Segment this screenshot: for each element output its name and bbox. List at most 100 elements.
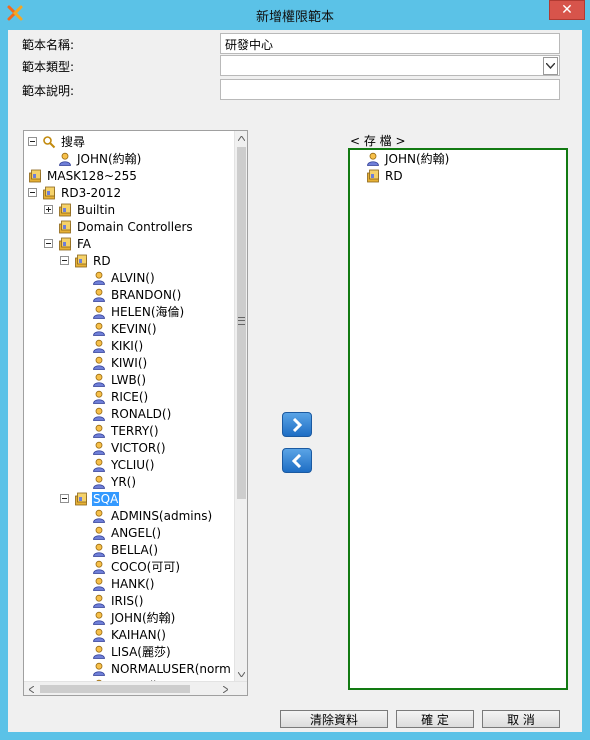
tree-node-label: LISA(麗莎) — [111, 645, 171, 659]
tree-node-label: Builtin — [77, 202, 116, 217]
tree-node[interactable]: JOHN(約翰) — [92, 609, 176, 626]
tree-node[interactable]: RONALD() — [92, 405, 172, 422]
tree-node[interactable]: KEVIN() — [92, 320, 158, 337]
scroll-up-icon[interactable] — [235, 131, 247, 145]
tree-node-label: JOHN(約翰) — [111, 611, 176, 625]
tree-node[interactable]: RICE() — [92, 388, 149, 405]
tree-node[interactable]: 搜尋 — [28, 133, 86, 150]
user-icon — [92, 339, 106, 353]
template-type-select[interactable] — [220, 55, 560, 76]
clear-button[interactable]: 清除資料 — [280, 710, 388, 728]
store-item[interactable]: JOHN(約翰) — [366, 150, 450, 167]
tree-horizontal-scrollbar[interactable] — [24, 681, 247, 695]
collapse-icon[interactable] — [44, 239, 53, 248]
expand-icon[interactable] — [44, 205, 53, 214]
user-icon — [92, 373, 106, 387]
tree-vertical-scrollbar[interactable] — [234, 131, 247, 681]
tree-node[interactable]: FA — [44, 235, 92, 252]
chevron-right-icon — [292, 417, 303, 432]
tree-node-label: RICE() — [111, 389, 149, 404]
user-icon — [92, 322, 106, 336]
user-icon — [366, 152, 380, 166]
tree-node-label: KAIHAN() — [111, 627, 166, 642]
user-icon — [92, 560, 106, 574]
tree-node[interactable]: Builtin — [44, 201, 116, 218]
tree-node[interactable]: ADMINS(admins) — [92, 507, 213, 524]
user-icon — [92, 577, 106, 591]
cancel-button[interactable]: 取 消 — [482, 710, 560, 728]
tree-node[interactable]: RD — [60, 252, 112, 269]
tree-node-label: KIWI() — [111, 355, 148, 370]
group-icon — [74, 254, 88, 268]
tree-node[interactable]: KIWI() — [92, 354, 148, 371]
user-icon — [92, 424, 106, 438]
tree-node-label: YR() — [111, 474, 137, 489]
store-item-label: RD — [385, 168, 403, 183]
tree-node-label: IRIS() — [111, 593, 144, 608]
tree-node[interactable]: MASK128~255 — [28, 167, 138, 184]
user-icon — [92, 645, 106, 659]
tree-node[interactable]: ALVIN() — [92, 269, 156, 286]
tree-node[interactable]: KIKI() — [92, 337, 144, 354]
tree-node[interactable]: RD3-2012 — [28, 184, 122, 201]
tree-node[interactable]: ANGEL() — [92, 524, 162, 541]
scroll-down-icon[interactable] — [235, 667, 247, 681]
chevron-down-icon[interactable] — [543, 57, 558, 75]
store-item[interactable]: RD — [366, 167, 404, 184]
tree-node[interactable]: YR() — [92, 473, 137, 490]
tree-node[interactable]: YCLIU() — [92, 456, 155, 473]
tree-node[interactable]: BELLA() — [92, 541, 159, 558]
dialog-body: 範本名稱: 研發中心 範本類型: 範本說明: 搜尋 JOHN(約翰) MASK128… — [8, 30, 582, 732]
group-icon — [58, 203, 72, 217]
close-icon: ✕ — [561, 2, 573, 18]
tree-node[interactable]: Domain Controllers — [58, 218, 194, 235]
collapse-icon[interactable] — [28, 188, 37, 197]
tree-node-label: Domain Controllers — [77, 219, 193, 234]
tree-node[interactable]: KAIHAN() — [92, 626, 167, 643]
close-button[interactable]: ✕ — [549, 0, 585, 20]
group-icon — [28, 169, 42, 183]
store-label: < 存 檔 > — [350, 134, 406, 148]
collapse-icon[interactable] — [28, 137, 37, 146]
tree-node[interactable]: LISA(麗莎) — [92, 643, 172, 660]
tree-node-label: SQA — [92, 491, 120, 506]
group-icon — [366, 169, 380, 183]
tree-node[interactable]: TERRY() — [92, 422, 160, 439]
user-icon — [92, 628, 106, 642]
tree-node-label: COCO(可可) — [111, 560, 181, 574]
tree-node[interactable]: JOHN(約翰) — [58, 150, 142, 167]
store-item-label: JOHN(約翰) — [385, 152, 450, 166]
horizontal-scroll-thumb[interactable] — [40, 685, 190, 693]
tree-node-label: ADMINS(admins) — [111, 508, 213, 523]
tree-node-label: BELLA() — [111, 542, 159, 557]
tree-node-label: ALVIN() — [111, 270, 155, 285]
ok-button[interactable]: 確 定 — [396, 710, 474, 728]
tree-node[interactable]: VICTOR() — [92, 439, 167, 456]
tree-node[interactable]: HELEN(海倫) — [92, 303, 185, 320]
scroll-right-icon[interactable] — [218, 682, 232, 695]
collapse-icon[interactable] — [60, 256, 69, 265]
window-title: 新增權限範本 — [255, 10, 334, 25]
user-icon — [58, 152, 72, 166]
directory-tree[interactable]: 搜尋 JOHN(約翰) MASK128~255 RD3-2012 Builtin Doma… — [23, 130, 248, 696]
template-desc-field[interactable] — [220, 79, 560, 100]
selected-list[interactable]: JOHN(約翰) RD — [348, 148, 568, 690]
tree-node[interactable]: COCO(可可) — [92, 558, 181, 575]
collapse-icon[interactable] — [60, 494, 69, 503]
scroll-left-icon[interactable] — [24, 682, 38, 695]
tree-node[interactable]: HANK() — [92, 575, 155, 592]
chevron-left-icon — [291, 453, 302, 468]
scroll-grip-icon — [238, 317, 245, 325]
tree-node[interactable]: SQA — [60, 490, 120, 507]
tree-node[interactable]: BRANDON() — [92, 286, 182, 303]
tree-node-label: HANK() — [111, 576, 155, 591]
tree-node[interactable]: NORMALUSER(norm — [92, 660, 232, 677]
group-icon — [74, 492, 88, 506]
tree-node[interactable]: LWB() — [92, 371, 147, 388]
remove-from-store-button[interactable] — [282, 448, 312, 473]
user-icon — [92, 611, 106, 625]
template-name-field[interactable]: 研發中心 — [220, 33, 560, 54]
add-to-store-button[interactable] — [282, 412, 312, 437]
tree-node-label: BRANDON() — [111, 287, 182, 302]
tree-node[interactable]: IRIS() — [92, 592, 144, 609]
